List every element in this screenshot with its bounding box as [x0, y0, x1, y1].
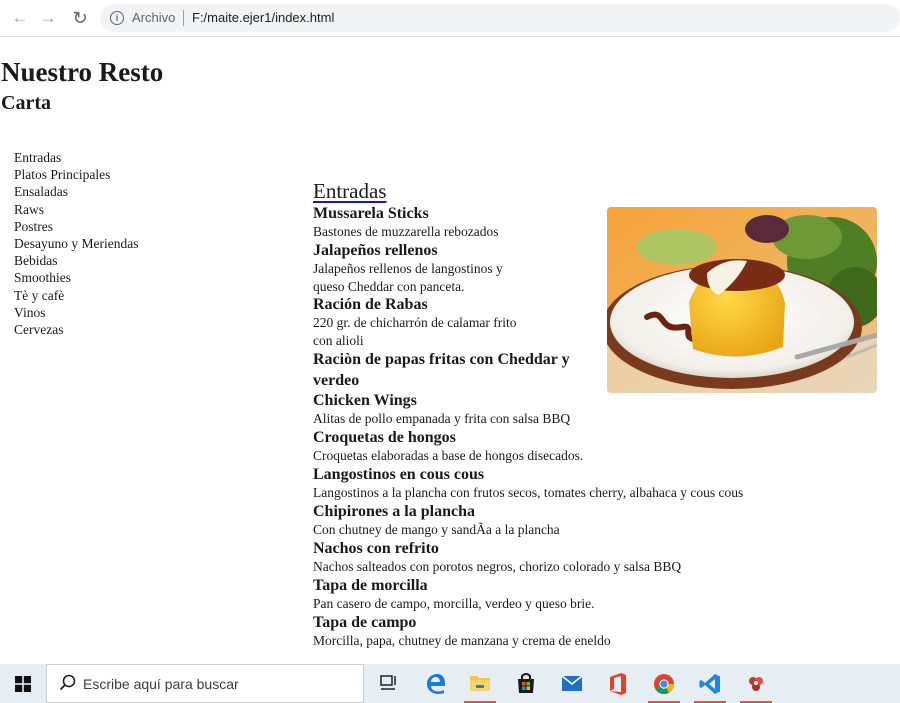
- menu-item-description: Alitas de pollo empanada y frita con sal…: [313, 411, 571, 426]
- menu-item-description: Morcilla, papa, chutney de manzana y cre…: [313, 633, 611, 648]
- nav-item-bebidas[interactable]: Bebidas: [14, 252, 138, 269]
- menu-item-name: Tapa de morcilla: [313, 577, 428, 594]
- nav-item-vinos[interactable]: Vinos: [14, 304, 138, 321]
- app-icon[interactable]: [734, 664, 778, 703]
- taskbar: Escribe aquí para buscar: [0, 664, 900, 703]
- chrome-icon[interactable]: [642, 664, 686, 703]
- nav-item-platos-principales[interactable]: Platos Principales: [14, 166, 138, 183]
- forward-arrow-icon[interactable]: →: [36, 6, 60, 30]
- menu-item-name: Chicken Wings: [313, 392, 417, 409]
- mail-icon[interactable]: [550, 664, 594, 703]
- menu-item-name: Croquetas de hongos: [313, 429, 456, 446]
- menu-item-description: Croquetas elaboradas a base de hongos di…: [313, 448, 584, 463]
- menu-item-description: Jalapeños rellenos de langostinos y ques…: [313, 261, 503, 294]
- menu-navigation: Entradas Platos Principales Ensaladas Ra…: [14, 149, 138, 338]
- edge-icon[interactable]: [414, 664, 458, 703]
- nav-item-entradas[interactable]: Entradas: [14, 149, 138, 166]
- menu-item-description: Langostinos a la plancha con frutos seco…: [313, 485, 744, 500]
- vscode-icon[interactable]: [688, 664, 732, 703]
- page-title: Nuestro Resto: [1, 57, 164, 87]
- back-arrow-icon[interactable]: ←: [8, 6, 32, 30]
- browser-toolbar: ← → ↻ i Archivo F:/maite.ejer1/index.htm…: [0, 0, 900, 37]
- address-url[interactable]: F:/maite.ejer1/index.html: [192, 10, 334, 25]
- nav-item-raws[interactable]: Raws: [14, 201, 138, 218]
- windows-start-icon[interactable]: [0, 664, 46, 703]
- taskbar-search-placeholder: Escribe aquí para buscar: [83, 676, 239, 692]
- store-icon[interactable]: [504, 664, 548, 703]
- address-scheme-label: Archivo: [132, 10, 176, 25]
- menu-item-description: Con chutney de mango y sandÃa a la planc…: [313, 522, 560, 537]
- info-icon[interactable]: i: [110, 11, 124, 25]
- nav-item-cervezas[interactable]: Cervezas: [14, 321, 138, 338]
- nav-item-smoothies[interactable]: Smoothies: [14, 269, 138, 286]
- menu-item-name: Jalapeños rellenos: [313, 242, 438, 259]
- section-title: Entradas: [313, 179, 387, 203]
- menu-item-description: 220 gr. de chicharrón de calamar frito c…: [313, 315, 517, 348]
- nav-item-te-cafe[interactable]: Tè y cafè: [14, 287, 138, 304]
- menu-item-name: Nachos con refrito: [313, 540, 439, 557]
- menu-item-name: Mussarela Sticks: [313, 205, 429, 222]
- address-bar[interactable]: i Archivo F:/maite.ejer1/index.html: [100, 4, 900, 32]
- nav-item-postres[interactable]: Postres: [14, 218, 138, 235]
- nav-item-ensaladas[interactable]: Ensaladas: [14, 183, 138, 200]
- menu-items: Mussarela Sticks Bastones de muzzarella …: [313, 204, 813, 650]
- page-subtitle: Carta: [1, 92, 51, 114]
- task-view-icon[interactable]: [368, 664, 412, 703]
- menu-item-name: Raciòn de papas fritas con Cheddar y ver…: [313, 351, 570, 389]
- taskbar-search-box[interactable]: Escribe aquí para buscar: [46, 664, 364, 703]
- menu-item-description: Pan casero de campo, morcilla, verdeo y …: [313, 596, 595, 611]
- office-icon[interactable]: [596, 664, 640, 703]
- menu-item-name: Tapa de campo: [313, 614, 417, 631]
- nav-item-desayuno-meriendas[interactable]: Desayuno y Meriendas: [14, 235, 138, 252]
- file-explorer-icon[interactable]: [458, 664, 502, 703]
- reload-icon[interactable]: ↻: [68, 6, 92, 30]
- menu-item-name: Chipirones a la plancha: [313, 503, 475, 520]
- menu-item-name: Ración de Rabas: [313, 296, 428, 313]
- search-icon: [59, 674, 77, 695]
- address-divider: [183, 10, 184, 26]
- menu-item-name: Langostinos en cous cous: [313, 466, 485, 483]
- menu-item-description: Bastones de muzzarella rebozados: [313, 224, 499, 239]
- menu-item-description: Nachos salteados con porotos negros, cho…: [313, 559, 682, 574]
